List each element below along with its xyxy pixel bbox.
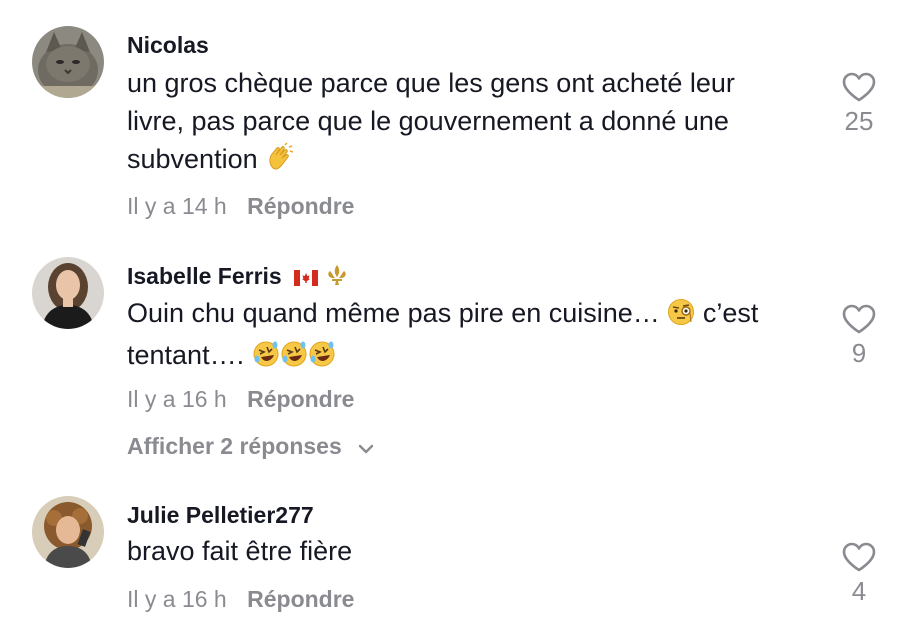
comment-username[interactable]: Nicolas: [127, 32, 209, 59]
comment-text: un gros chèque parce que les gens ont ac…: [127, 64, 817, 182]
avatar[interactable]: [32, 257, 104, 329]
comment-nicolas: Nicolas un gros chèque parce que les gen…: [0, 0, 920, 230]
comment-meta: Il y a 14 h Répondre: [127, 193, 354, 220]
comment-text: Ouin chu quand même pas pire en cuisine……: [127, 294, 817, 378]
like-count: 9: [851, 338, 867, 368]
comment-text-line: Ouin chu quand même pas pire en cuisine……: [127, 294, 817, 336]
avatar[interactable]: [32, 496, 104, 568]
avatar[interactable]: [32, 26, 104, 98]
view-replies-button[interactable]: Afficher 2 réponses: [127, 433, 374, 461]
like-button[interactable]: 9: [836, 304, 882, 369]
comment-text-line-part: subvention: [127, 144, 258, 174]
heart-outline-icon: [836, 72, 882, 102]
like-count: 25: [844, 106, 874, 136]
view-replies-label: Afficher 2 réponses: [127, 433, 342, 459]
comment-timestamp: Il y a 16 h: [127, 386, 227, 412]
clapping-hands-emoji: [265, 142, 295, 182]
like-button[interactable]: 4: [836, 542, 882, 607]
comment-meta: Il y a 16 h Répondre: [127, 586, 354, 613]
comment-timestamp: Il y a 14 h: [127, 193, 227, 219]
comment-text-line: subvention: [127, 140, 817, 182]
comment-text-line: bravo fait être fière: [127, 536, 353, 566]
heart-outline-icon: [836, 304, 882, 334]
reply-button[interactable]: Répondre: [247, 586, 354, 612]
comment-text: bravo fait être fière: [127, 532, 817, 570]
comment-text-line: livre, pas parce que le gouvernement a d…: [127, 106, 729, 136]
comment-username[interactable]: Isabelle Ferris: [127, 263, 348, 292]
chevron-down-icon: [358, 434, 374, 461]
comment-meta: Il y a 16 h Répondre: [127, 386, 354, 413]
comment-text-line: tentant….: [127, 336, 817, 378]
face-with-monocle-emoji: [667, 298, 695, 336]
comment-username[interactable]: Julie Pelletier277: [127, 502, 314, 529]
comment-username-text: Isabelle Ferris: [127, 263, 282, 289]
heart-outline-icon: [836, 542, 882, 572]
comment-isabelle: Isabelle Ferris Ouin chu quand même pas …: [0, 230, 920, 480]
like-button[interactable]: 25: [836, 72, 882, 137]
rolling-laughing-emoji: [280, 340, 308, 378]
canada-flag-emoji: [294, 265, 319, 292]
comment-text-line: un gros chèque parce que les gens ont ac…: [127, 68, 735, 98]
comment-julie: Julie Pelletier277 bravo fait être fière…: [0, 480, 920, 634]
comment-text-line-part: c’est: [702, 298, 759, 328]
comment-timestamp: Il y a 16 h: [127, 586, 227, 612]
rolling-laughing-emoji: [252, 340, 280, 378]
comment-text-line-part: Ouin chu quand même pas pire en cuisine…: [127, 298, 660, 328]
rolling-laughing-emoji: [308, 340, 336, 378]
comment-text-line-part: tentant….: [127, 340, 245, 370]
reply-button[interactable]: Répondre: [247, 193, 354, 219]
fleur-de-lis-emoji: [326, 264, 348, 292]
like-count: 4: [851, 576, 867, 606]
reply-button[interactable]: Répondre: [247, 386, 354, 412]
